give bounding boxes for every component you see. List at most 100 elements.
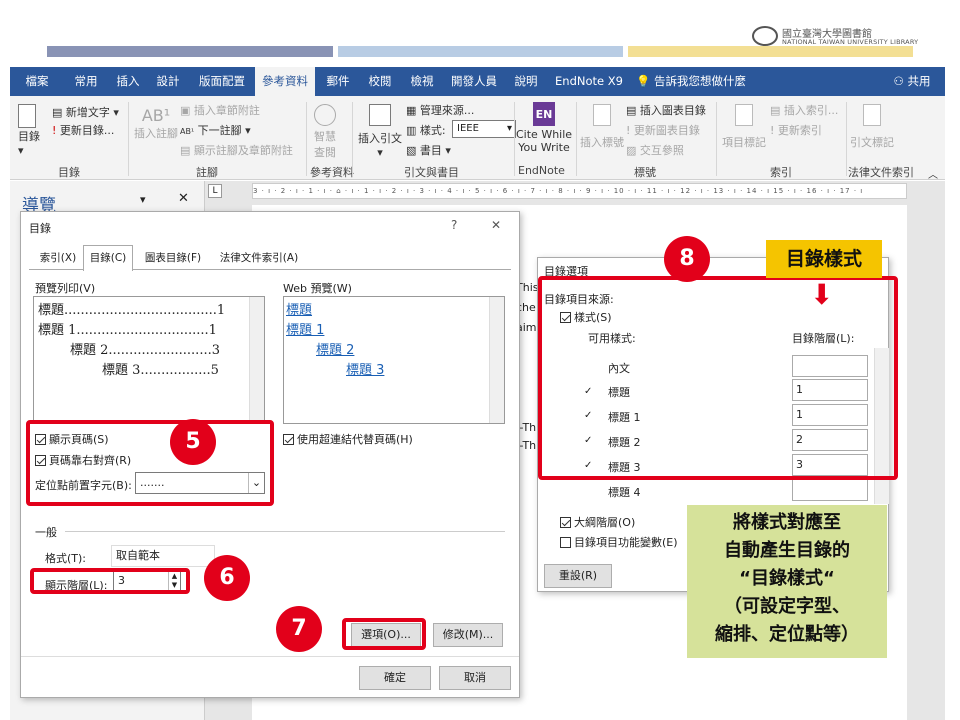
callout-number-7: 7: [276, 606, 322, 652]
citation-style-label: 樣式:: [419, 124, 446, 137]
show-notes-button[interactable]: ▤ 顯示註腳及章節附註: [180, 142, 293, 158]
title-bar-segment-2: [338, 46, 623, 57]
smart-lookup-icon: [314, 104, 336, 126]
footnote-icon: AB¹: [141, 106, 171, 125]
update-index-icon: !: [770, 124, 775, 137]
modify-button[interactable]: 修改(M)...: [433, 623, 503, 647]
tab-home[interactable]: 常用: [66, 67, 106, 96]
tab-selector-icon[interactable]: L: [208, 184, 222, 198]
group-captions-label: 標號: [634, 166, 656, 179]
tab-developer[interactable]: 開發人員: [446, 67, 502, 96]
smart-lookup-button[interactable]: 智慧 查閱: [314, 104, 336, 160]
group-index-label: 索引: [770, 166, 792, 179]
insert-endnote-button[interactable]: ▣ 插入章節附註: [180, 102, 260, 118]
next-footnote-label: 下一註腳: [197, 124, 242, 137]
cite-while-you-write-button[interactable]: EN Cite While You Write: [516, 102, 572, 154]
help-icon[interactable]: ?: [451, 218, 457, 232]
add-text-label: 新增文字: [65, 106, 110, 119]
add-text-button[interactable]: ▤ 新增文字 ▾: [52, 104, 119, 120]
insert-index-button[interactable]: ▤ 插入索引...: [770, 102, 838, 118]
tell-me-text: 告訴我您想做什麼: [653, 74, 746, 88]
bibliography-button[interactable]: ▧ 書目 ▾: [406, 142, 451, 158]
tab-endnote[interactable]: EndNote X9: [550, 67, 628, 96]
web-preview-link[interactable]: 標題 1: [286, 319, 324, 338]
toc-button[interactable]: 目錄 ▾: [18, 104, 40, 157]
toc-styles-label-badge: 目錄樣式: [766, 240, 882, 278]
update-table-button[interactable]: ! 更新圖表目錄: [626, 122, 700, 138]
mark-citation-label: 引文標記: [850, 136, 894, 149]
callout-number-5: 5: [170, 419, 216, 465]
reset-button[interactable]: 重設(R): [544, 564, 612, 588]
next-footnote-button[interactable]: AB¹ 下一註腳 ▾: [180, 122, 251, 138]
citation-style-value: IEEE: [457, 123, 479, 134]
tab-table-of-figures[interactable]: 圖表目錄(F): [133, 248, 213, 270]
close-icon[interactable]: ✕: [491, 218, 501, 232]
share-button[interactable]: ⚇ 共用: [886, 67, 938, 96]
nav-close-icon[interactable]: ✕: [178, 191, 189, 206]
citation-style-select[interactable]: IEEE ▾: [452, 120, 516, 138]
tab-table-of-authorities[interactable]: 法律文件索引(A): [213, 248, 305, 270]
web-preview-link[interactable]: 標題: [286, 299, 312, 318]
tab-file[interactable]: 檔案: [16, 67, 58, 96]
tab-review[interactable]: 校閱: [362, 67, 398, 96]
outline-levels-checkbox[interactable]: 大綱階層(O): [560, 514, 635, 530]
update-index-label: 更新索引: [777, 124, 822, 137]
update-table-label: 更新圖表目錄: [633, 124, 700, 137]
tab-layout[interactable]: 版面配置: [192, 67, 252, 96]
insert-citation-button[interactable]: 插入引文 ▾: [358, 104, 402, 159]
formats-select[interactable]: 取自範本: [111, 545, 215, 567]
tab-index[interactable]: 索引(X): [29, 248, 87, 270]
tab-help[interactable]: 說明: [508, 67, 544, 96]
insert-caption-button[interactable]: 插入標號: [580, 104, 624, 150]
entry-fields-checkbox[interactable]: 目錄項目功能變數(E): [560, 534, 678, 550]
citation-icon: [369, 104, 391, 126]
print-preview-scrollbar[interactable]: [249, 297, 264, 423]
table-of-figures-icon: ▤: [626, 104, 637, 117]
tab-design[interactable]: 設計: [150, 67, 186, 96]
bibliography-label: 書目: [419, 144, 442, 157]
cite-while-label-2: You Write: [518, 141, 570, 154]
cancel-button[interactable]: 取消: [439, 666, 511, 690]
ok-button-label: 確定: [384, 671, 406, 684]
ok-button[interactable]: 確定: [359, 666, 431, 690]
horizontal-ruler[interactable]: 3 · ı · 2 · ı · 1 · ı · ⌂ · ı · 1 · ı · …: [252, 183, 907, 199]
cross-reference-button[interactable]: ▨ 交互參照: [626, 142, 684, 158]
update-toc-button[interactable]: ! 更新目錄...: [52, 122, 114, 138]
style-level-input[interactable]: [792, 479, 868, 501]
mark-entry-icon: [735, 104, 753, 126]
ribbon-separator: [576, 102, 577, 176]
collapse-ribbon-icon[interactable]: ︿: [928, 166, 938, 181]
tell-me-box[interactable]: 💡 告訴我您想做什麼: [636, 67, 776, 96]
print-preview-line: 標題 1................................1: [38, 323, 217, 338]
group-citations-label: 引文與書目: [404, 166, 459, 179]
insert-index-label: 插入索引...: [783, 104, 839, 117]
insert-table-of-figures-button[interactable]: ▤ 插入圖表目錄: [626, 102, 706, 118]
ribbon: 目錄 ▾ ▤ 新增文字 ▾ ! 更新目錄... 目錄 AB¹ 插入註腳 ▣ 插入章節…: [10, 96, 945, 181]
tab-toc[interactable]: 目錄(C): [83, 245, 133, 271]
group-authorities-label: 法律文件索引: [848, 166, 914, 179]
smart-lookup-label-1: 智慧: [314, 130, 336, 143]
web-preview-scrollbar[interactable]: [489, 297, 504, 423]
chevron-down-icon: ▾: [506, 123, 512, 134]
group-footnotes-label: 註腳: [196, 166, 218, 179]
tab-insert[interactable]: 插入: [110, 67, 146, 96]
tab-view[interactable]: 檢視: [404, 67, 440, 96]
insert-table-of-figures-label: 插入圖表目錄: [639, 104, 706, 117]
use-hyperlinks-checkbox[interactable]: 使用超連結代替頁碼(H): [283, 431, 413, 447]
note-line: “目錄樣式“: [739, 568, 835, 589]
highlight-box-toc-styles: [538, 276, 898, 480]
tab-mailings[interactable]: 郵件: [320, 67, 356, 96]
mark-citation-button[interactable]: 引文標記: [850, 104, 894, 150]
mark-entry-button[interactable]: 項目標記: [722, 104, 766, 150]
style-row-name: 標題 4: [608, 486, 641, 499]
tab-references[interactable]: 參考資料: [255, 67, 315, 96]
mark-citation-icon: [863, 104, 881, 126]
web-preview-link[interactable]: 標題 3: [346, 359, 384, 378]
logo-text-en: NATIONAL TAIWAN UNIVERSITY LIBRARY: [782, 38, 919, 46]
nav-options-icon[interactable]: ▾: [140, 193, 146, 206]
insert-footnote-button[interactable]: AB¹ 插入註腳: [134, 106, 178, 141]
web-preview-link[interactable]: 標題 2: [316, 339, 354, 358]
lightbulb-icon: 💡: [636, 74, 651, 88]
manage-sources-button[interactable]: ▦ 管理來源...: [406, 102, 474, 118]
update-index-button[interactable]: ! 更新索引: [770, 122, 822, 138]
